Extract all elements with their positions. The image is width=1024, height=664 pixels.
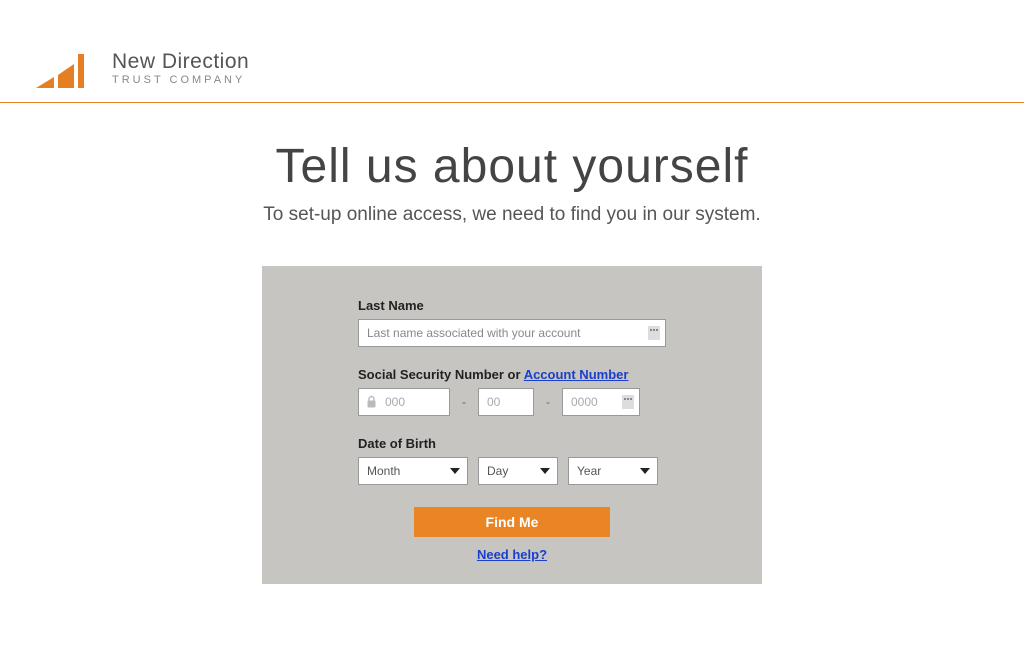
account-number-link[interactable]: Account Number xyxy=(524,367,629,382)
ssn-input-1[interactable] xyxy=(358,388,450,416)
brand-text: New Direction TRUST COMPANY xyxy=(112,50,249,86)
lastname-input[interactable] xyxy=(358,319,666,347)
main-content: Tell us about yourself To set-up online … xyxy=(0,103,1024,584)
find-me-button[interactable]: Find Me xyxy=(414,507,610,537)
ssn-label-row: Social Security Number or Account Number xyxy=(358,367,666,382)
brand-logo-icon xyxy=(36,48,98,88)
dob-day-select[interactable]: Day xyxy=(478,457,558,485)
brand-name: New Direction xyxy=(112,50,249,74)
brand-subtitle: TRUST COMPANY xyxy=(112,74,249,86)
dob-row: Month Day Year xyxy=(358,457,666,485)
dob-label: Date of Birth xyxy=(358,436,666,451)
dob-month-select[interactable]: Month xyxy=(358,457,468,485)
header: New Direction TRUST COMPANY xyxy=(0,0,1024,103)
lastname-label: Last Name xyxy=(358,298,666,313)
ssn-input-2[interactable] xyxy=(478,388,534,416)
logo-area: New Direction TRUST COMPANY xyxy=(36,48,1024,88)
lastname-row xyxy=(358,319,666,347)
dob-year-select[interactable]: Year xyxy=(568,457,658,485)
ssn-row: - - xyxy=(358,388,666,416)
ssn-separator-1: - xyxy=(462,395,466,409)
ssn-input-3[interactable] xyxy=(562,388,640,416)
ssn-label-text: Social Security Number or xyxy=(358,367,524,382)
page-title: Tell us about yourself xyxy=(0,139,1024,194)
need-help-link[interactable]: Need help? xyxy=(358,547,666,562)
form-panel: Last Name Social Security Number or Acco… xyxy=(262,266,762,584)
page-subtitle: To set-up online access, we need to find… xyxy=(0,204,1024,226)
ssn-separator-2: - xyxy=(546,395,550,409)
